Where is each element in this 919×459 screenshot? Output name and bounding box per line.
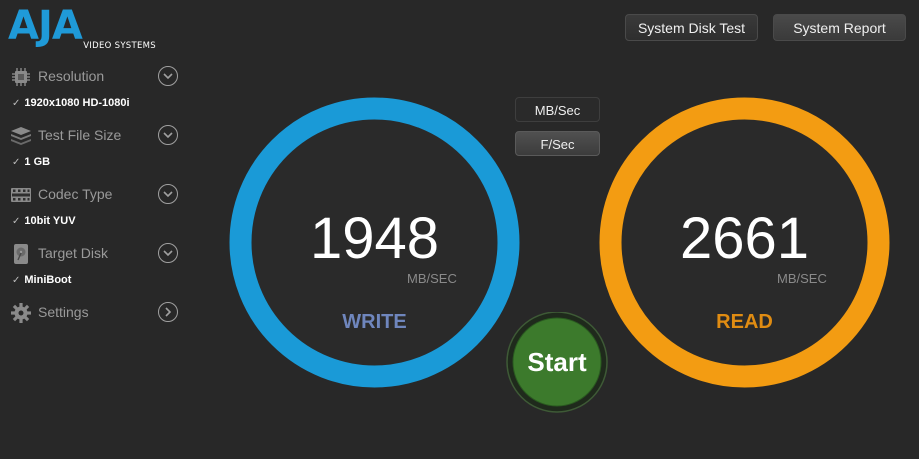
stack-icon	[10, 126, 32, 146]
start-label: Start	[527, 347, 587, 377]
read-unit: MB/SEC	[777, 271, 827, 286]
mb-sec-button[interactable]: MB/Sec	[515, 97, 600, 122]
target-disk-value-text: MiniBoot	[24, 274, 72, 286]
system-disk-test-button[interactable]: System Disk Test	[625, 14, 758, 41]
resolution-value: ✓ 1920x1080 HD-1080i	[12, 97, 182, 111]
logo-subtitle: VIDEO SYSTEMS	[83, 41, 156, 51]
target-disk-section[interactable]: Target Disk	[10, 242, 182, 266]
settings-section[interactable]: Settings	[10, 301, 182, 325]
f-sec-button[interactable]: F/Sec	[515, 131, 600, 156]
file-size-value: ✓ 1 GB	[12, 156, 182, 170]
chevron-down-icon[interactable]	[158, 66, 178, 86]
logo-wordmark: AJA	[8, 3, 83, 49]
resolution-label: Resolution	[38, 68, 105, 84]
check-icon: ✓	[12, 98, 21, 109]
check-icon: ✓	[12, 157, 21, 168]
hard-disk-icon	[10, 244, 32, 264]
codec-label: Codec Type	[38, 186, 113, 202]
settings-label: Settings	[38, 304, 89, 320]
check-icon: ✓	[12, 275, 21, 286]
file-size-value-text: 1 GB	[24, 156, 51, 168]
chevron-down-icon[interactable]	[158, 184, 178, 204]
codec-section[interactable]: Codec Type	[10, 183, 182, 207]
resolution-section[interactable]: Resolution	[10, 65, 182, 89]
target-disk-label: Target Disk	[38, 245, 109, 261]
codec-value: ✓ 10bit YUV	[12, 215, 182, 229]
chevron-right-icon[interactable]	[158, 302, 178, 322]
resolution-value-text: 1920x1080 HD-1080i	[24, 97, 130, 109]
file-size-section[interactable]: Test File Size	[10, 124, 182, 148]
filmstrip-icon	[10, 185, 32, 205]
app-window: AJA VIDEO SYSTEMS System Disk Test Syste…	[0, 0, 919, 459]
system-report-button[interactable]: System Report	[773, 14, 906, 41]
read-gauge: 2661 MB/SEC READ	[599, 97, 890, 388]
write-label: WRITE	[342, 311, 407, 333]
write-unit: MB/SEC	[407, 271, 457, 286]
gear-icon	[10, 303, 32, 323]
read-value: 2661	[679, 206, 810, 271]
aja-logo: AJA VIDEO SYSTEMS	[8, 3, 158, 51]
chevron-down-icon[interactable]	[158, 125, 178, 145]
write-value: 1948	[309, 206, 440, 271]
check-icon: ✓	[12, 216, 21, 227]
chevron-down-icon[interactable]	[158, 243, 178, 263]
file-size-label: Test File Size	[38, 127, 122, 143]
chip-icon	[10, 67, 32, 87]
target-disk-value: ✓ MiniBoot	[12, 274, 182, 288]
start-button[interactable]: Start	[505, 311, 609, 416]
read-label: READ	[716, 311, 773, 333]
write-gauge: 1948 MB/SEC WRITE	[229, 97, 520, 388]
codec-value-text: 10bit YUV	[24, 215, 76, 227]
